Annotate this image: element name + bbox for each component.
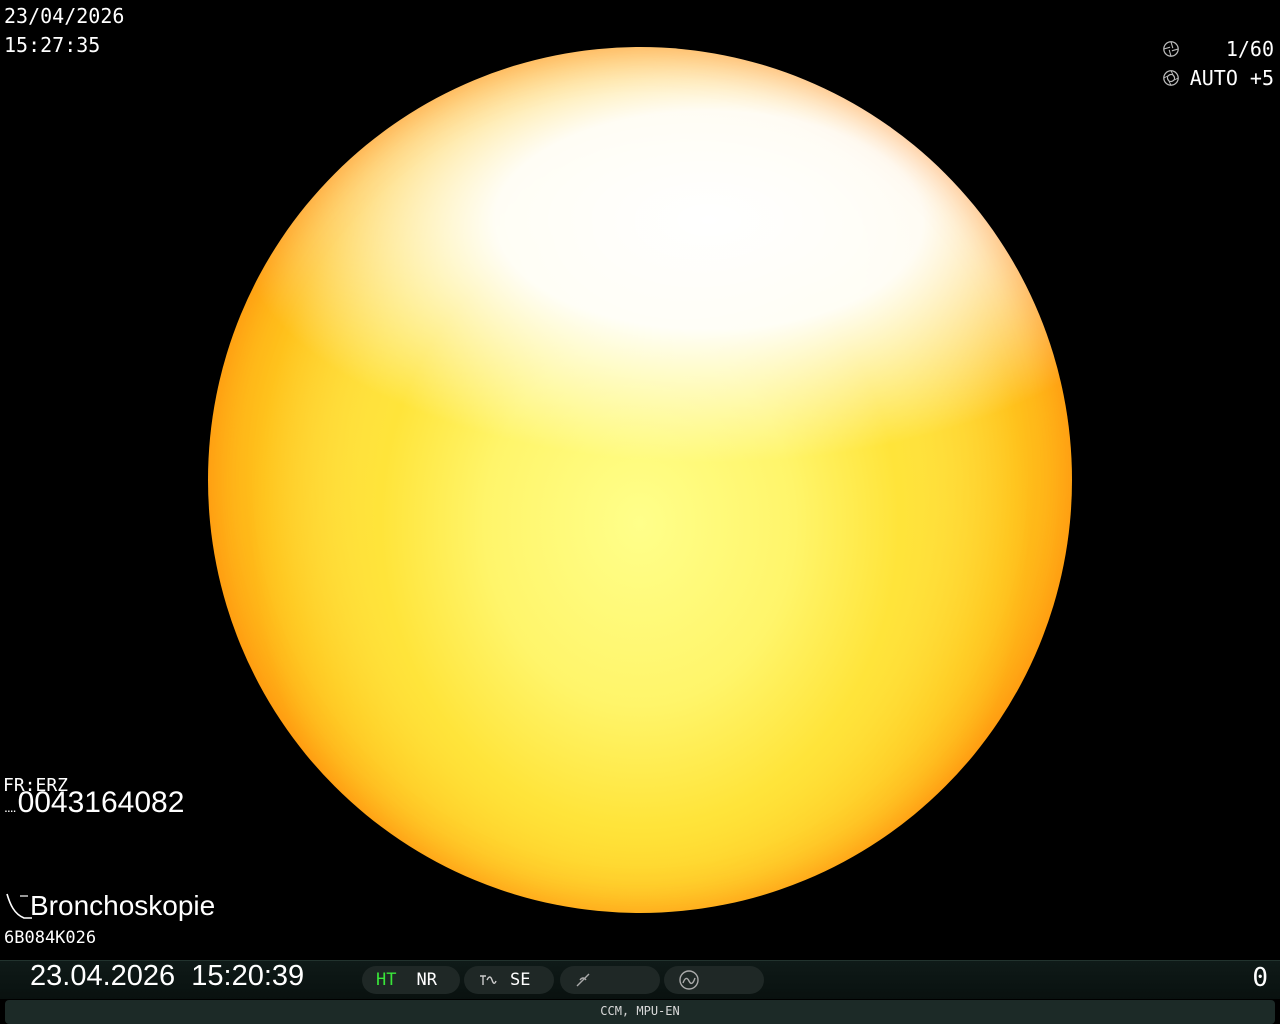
- optical-mode-icon: [679, 970, 699, 990]
- iris-value: AUTO +5: [1189, 65, 1274, 90]
- structure-enhancement-indicator: SE: [464, 966, 554, 994]
- patient-id-prefix: ....: [4, 799, 17, 815]
- scope-serial-number: 6B084K026: [4, 928, 97, 948]
- color-tone-icon: [576, 973, 590, 987]
- patient-id: 0043164082: [17, 786, 185, 819]
- shutter-value: 1/60: [1225, 36, 1274, 61]
- exam-datetime: 23.04.2026 15:20:39: [30, 960, 305, 992]
- optical-mode-indicator: [664, 966, 764, 994]
- structure-enhancement-icon: [480, 975, 497, 985]
- shutter-icon: [1163, 40, 1179, 57]
- ht-mode-label: HT: [376, 970, 397, 990]
- image-counter: 0: [1252, 963, 1268, 993]
- status-bar: 23.04.2026 15:20:39 HT NR SE 0: [0, 960, 1280, 999]
- endoscope-image: [208, 47, 1072, 913]
- endoscopy-monitor-screen: 23/04/2026 15:27:35 1/60 AUTO +5 FR:ERZ …: [0, 0, 1280, 1024]
- patient-id-line: .... 0043164082: [4, 786, 184, 820]
- overlay-date: 23/04/2026: [4, 4, 125, 28]
- procedure-name: Bronchoskopie: [30, 890, 216, 921]
- info-bar: CCM, MPU-EN: [5, 1000, 1275, 1024]
- overlay-time: 15:27:35: [4, 33, 101, 57]
- iris-icon: [1163, 69, 1179, 86]
- se-label: SE: [510, 970, 531, 990]
- shutter-setting: 1/60: [1162, 34, 1274, 63]
- info-bar-text: CCM, MPU-EN: [600, 1004, 680, 1018]
- iris-setting: AUTO +5: [1162, 63, 1274, 92]
- noise-mode-indicator: HT NR: [362, 966, 460, 994]
- procedure-line: Bronchoskopie: [4, 890, 215, 922]
- nr-mode-label: NR: [416, 970, 437, 990]
- color-tone-indicator: [560, 966, 660, 994]
- camera-settings: 1/60 AUTO +5: [1162, 34, 1274, 92]
